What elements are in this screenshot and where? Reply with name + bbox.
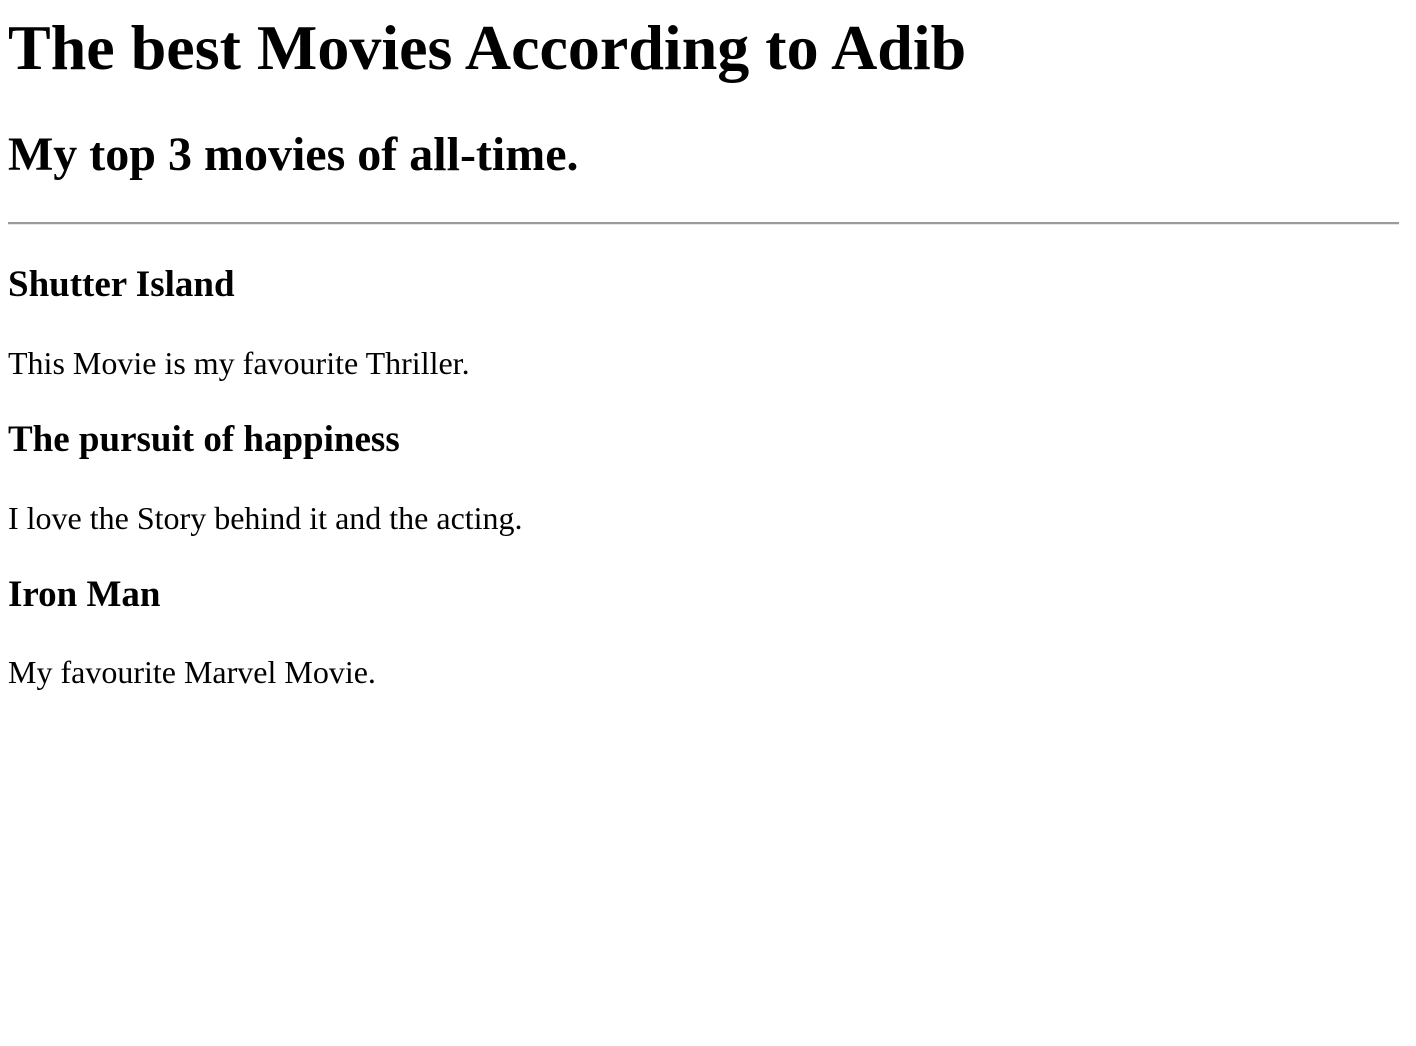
movie-description-pursuit-of-happiness: I love the Story behind it and the actin… (8, 500, 523, 536)
page: The best Movies According to Adib My top… (0, 0, 1416, 1046)
movie-title-shutter-island: Shutter Island (8, 264, 235, 305)
page-title: The best Movies According to Adib (8, 12, 967, 83)
movie-description-iron-man: My favourite Marvel Movie. (8, 654, 376, 690)
page-subtitle: My top 3 movies of all-time. (8, 128, 579, 181)
divider (8, 222, 1399, 225)
movie-description-shutter-island: This Movie is my favourite Thriller. (8, 345, 470, 381)
movie-title-pursuit-of-happiness: The pursuit of happiness (8, 419, 400, 460)
movie-title-iron-man: Iron Man (8, 574, 161, 615)
